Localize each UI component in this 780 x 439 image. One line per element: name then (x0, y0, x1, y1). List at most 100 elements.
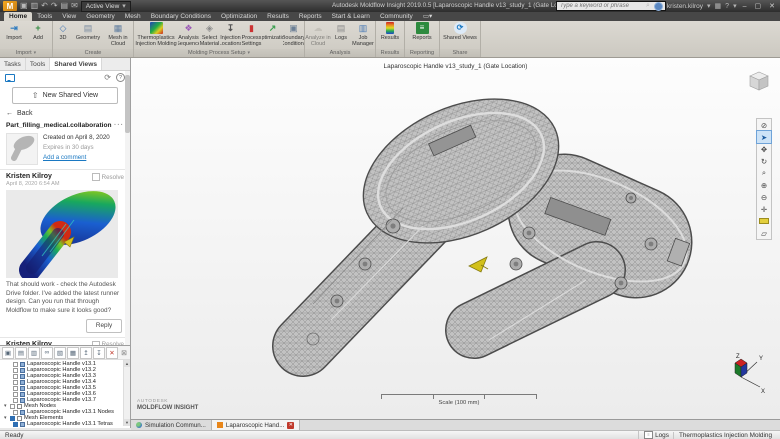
analysis-sequence-button[interactable]: Analysis Sequence (178, 22, 199, 47)
examine-icon[interactable]: ⊘ (757, 119, 771, 131)
import-button[interactable]: Import (2, 22, 26, 41)
results-button[interactable]: Results (377, 22, 403, 41)
scroll-down-icon[interactable]: ▼ (124, 419, 130, 426)
visibility-checkbox[interactable] (13, 398, 18, 403)
view-cube[interactable] (746, 68, 772, 94)
panel-scrollbar-thumb[interactable] (125, 75, 130, 133)
new-layer-icon[interactable]: ▣ (2, 347, 14, 359)
ribbon-tab-optimization[interactable]: Optimization (216, 12, 262, 21)
search-icon[interactable]: ⌕ (646, 2, 650, 10)
tab-simulation-community[interactable]: Simulation Commun... (131, 420, 212, 430)
ribbon-tab-community[interactable]: Community (375, 12, 418, 21)
open-icon[interactable] (20, 2, 28, 10)
measure-icon[interactable] (757, 215, 771, 227)
move-down-icon[interactable]: ↧ (93, 347, 105, 359)
help-icon[interactable]: ? (725, 3, 729, 10)
reply-button[interactable]: Reply (86, 319, 122, 333)
clipping-plane-icon[interactable]: ▱ (757, 227, 771, 239)
ribbon-tab-boundary-conditions[interactable]: Boundary Conditions (146, 12, 216, 21)
ribbon-tab-reports[interactable]: Reports (294, 12, 327, 21)
panel-tab-tools[interactable]: Tools (26, 58, 50, 70)
active-view-dropdown[interactable]: Active View ▾ (81, 1, 131, 12)
logs-status-button[interactable]: ≡ Logs (638, 431, 669, 439)
ribbon-tab-results[interactable]: Results (262, 12, 294, 21)
expand-icon[interactable]: ▾ (4, 403, 8, 409)
link-icon[interactable]: ∞ (41, 347, 53, 359)
visibility-checkbox[interactable] (13, 374, 18, 379)
user-chevron-down-icon[interactable]: ▾ (707, 2, 711, 10)
share-link-icon[interactable] (71, 2, 78, 10)
boundary-conditions-button[interactable]: Boundary Conditions (283, 22, 304, 47)
resolve-checkbox[interactable] (92, 173, 100, 181)
visibility-checkbox[interactable] (13, 422, 18, 427)
print-icon[interactable] (61, 2, 69, 10)
comments-icon[interactable] (5, 74, 15, 82)
add-button[interactable]: Add (26, 22, 50, 41)
orbit-icon[interactable]: ↻ (757, 155, 771, 167)
display-icon[interactable]: ▧ (54, 347, 66, 359)
user-name[interactable]: kristen.kilroy (667, 3, 703, 10)
pan-icon[interactable]: ✥ (757, 143, 771, 155)
ribbon-minimize-icon[interactable]: ▭▾ (418, 11, 437, 21)
scroll-up-icon[interactable]: ▲ (124, 360, 130, 367)
3d-button[interactable]: 3D (53, 22, 73, 41)
ribbon-tab-start-learn[interactable]: Start & Learn (327, 12, 375, 21)
ribbon-tab-mesh[interactable]: Mesh (120, 12, 146, 21)
save-icon[interactable] (31, 2, 39, 10)
folder-icon[interactable]: ▤ (15, 347, 27, 359)
ribbon-tab-view[interactable]: View (57, 12, 81, 21)
more-options-icon[interactable]: ··· (114, 122, 124, 129)
redo-icon[interactable] (51, 2, 58, 10)
job-manager-button[interactable]: Job Manager (351, 22, 375, 47)
apps-icon[interactable]: ▦ (715, 2, 722, 10)
thermoplastics-injection-molding-button[interactable]: Thermoplastics Injection Molding (134, 22, 178, 47)
reports-button[interactable]: Reports (409, 22, 435, 41)
shared-views-button[interactable]: Shared Views (441, 22, 479, 41)
restore-button[interactable]: ▢ (753, 2, 764, 10)
close-pane-icon[interactable]: ⊠ (121, 349, 128, 357)
help-chevron-down-icon[interactable]: ▾ (733, 2, 737, 10)
ribbon-group-label-molding-process-setup[interactable]: Molding Process Setup▾ (134, 49, 304, 57)
ribbon-group-label-import[interactable]: Import▾ (0, 49, 52, 57)
close-button[interactable]: ✕ (767, 2, 777, 10)
analyze-in-cloud-button[interactable]: Analyze in Cloud (305, 22, 331, 47)
tab-laparoscopic-handle[interactable]: Laparoscopic Hand... ✕ (212, 420, 300, 430)
ribbon-tab-home[interactable]: Home (4, 12, 32, 21)
undo-icon[interactable] (41, 2, 48, 10)
tree-item[interactable]: Laparoscopic Handle v13.1 Nodes (0, 409, 130, 415)
visibility-checkbox[interactable] (10, 416, 15, 421)
resolve-control[interactable]: Resolve (92, 173, 124, 181)
panel-scrollbar[interactable] (125, 71, 130, 347)
viewport-3d[interactable]: Laparoscopic Handle v13_study_1 (Gate Lo… (131, 58, 780, 419)
visibility-checkbox[interactable] (13, 392, 18, 397)
visibility-checkbox[interactable] (10, 404, 15, 409)
meshed-part-model[interactable] (131, 58, 780, 419)
close-tab-icon[interactable]: ✕ (287, 422, 294, 429)
app-menu-button[interactable]: M (3, 1, 17, 11)
help-circle-icon[interactable]: ? (116, 73, 125, 82)
minimize-button[interactable]: – (741, 3, 749, 10)
visibility-checkbox[interactable] (13, 380, 18, 385)
panel-tab-tasks[interactable]: Tasks (0, 58, 26, 70)
ribbon-tab-geometry[interactable]: Geometry (81, 12, 120, 21)
logs-button[interactable]: Logs (331, 22, 351, 41)
grid-icon[interactable]: ▦ (67, 347, 79, 359)
injection-locations-button[interactable]: Injection Locations (220, 22, 241, 47)
mesh-in-cloud-button[interactable]: Mesh in Cloud (103, 22, 133, 47)
delete-layer-icon[interactable]: ✕ (106, 347, 118, 359)
injection-location-marker[interactable] (469, 257, 488, 272)
tree-scrollbar[interactable]: ▲ ▼ (123, 360, 130, 426)
comment-result-image[interactable] (6, 190, 118, 278)
geometry-button[interactable]: Geometry (73, 22, 103, 41)
zoom-window-icon[interactable]: ⌕ (757, 167, 771, 179)
move-up-icon[interactable]: ↥ (80, 347, 92, 359)
select-material-button[interactable]: Select Material (199, 22, 220, 47)
visibility-checkbox[interactable] (13, 410, 18, 415)
visibility-checkbox[interactable] (13, 386, 18, 391)
new-shared-view-button[interactable]: ⇧ New Shared View (12, 87, 118, 104)
avatar[interactable] (654, 2, 663, 11)
fit-view-icon[interactable]: ✛ (757, 203, 771, 215)
process-settings-button[interactable]: Process Settings (241, 22, 262, 47)
refresh-icon[interactable]: ⟳ (104, 73, 111, 82)
tree-item[interactable]: Laparoscopic Handle v13.1 Tetras (0, 421, 130, 427)
